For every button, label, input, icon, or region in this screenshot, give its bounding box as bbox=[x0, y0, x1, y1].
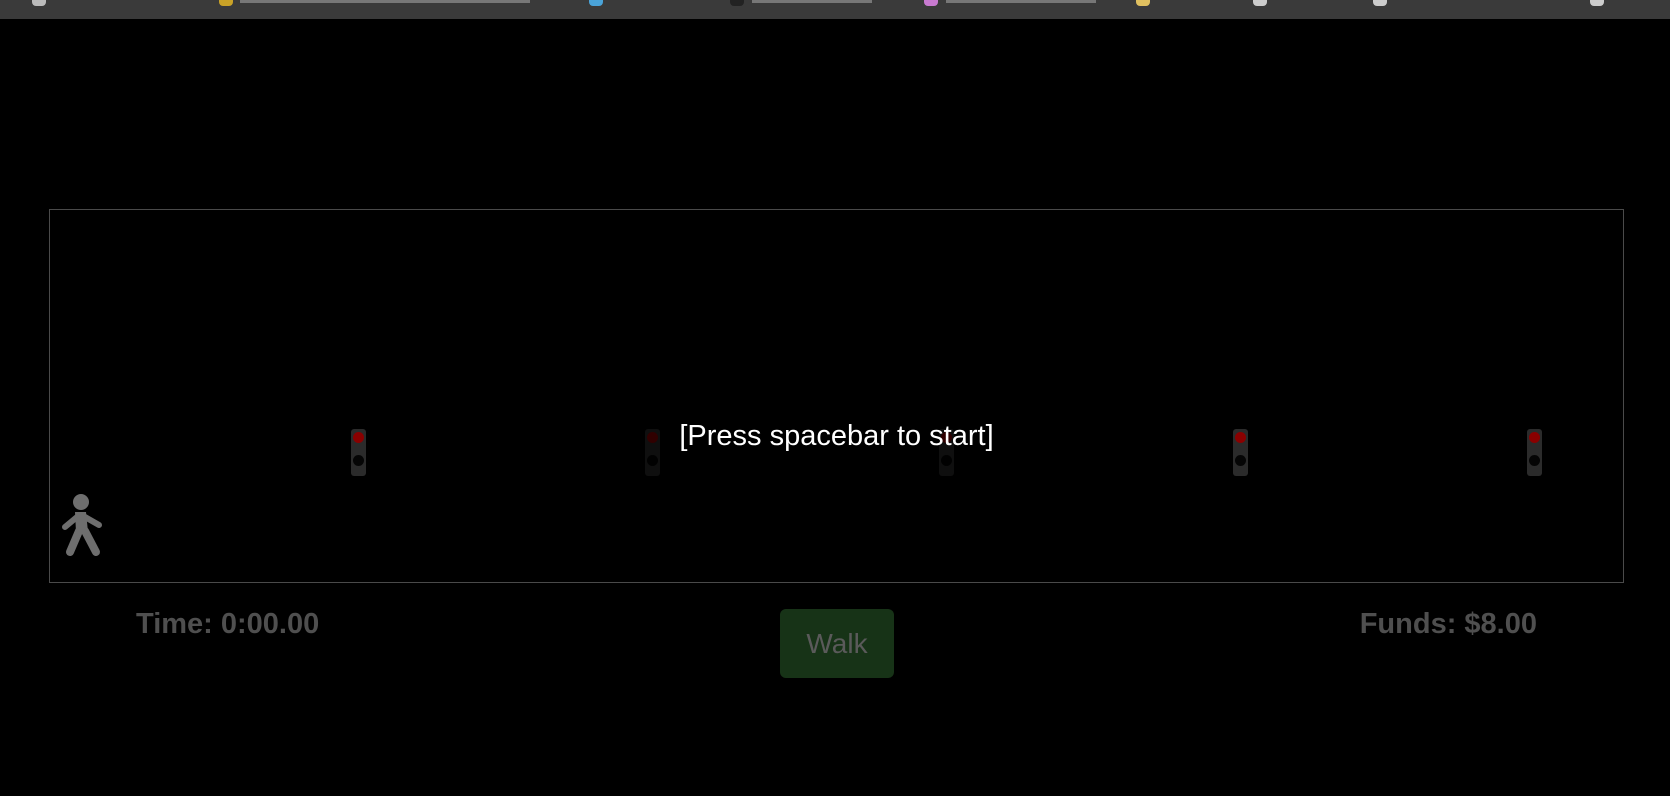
walk-button[interactable]: Walk bbox=[780, 609, 894, 678]
green-signal-icon bbox=[647, 455, 658, 466]
time-display: Time: 0:00.00 bbox=[136, 608, 320, 640]
bookmark-label-strip bbox=[946, 0, 1096, 3]
green-signal-icon bbox=[353, 455, 364, 466]
bookmark-icon[interactable] bbox=[730, 0, 744, 6]
start-prompt: [Press spacebar to start] bbox=[679, 420, 994, 452]
green-signal-icon bbox=[941, 455, 952, 466]
bookmark-icon[interactable] bbox=[1136, 0, 1150, 6]
browser-bookmarks-bar bbox=[0, 0, 1670, 19]
green-signal-icon bbox=[1529, 455, 1540, 466]
bookmark-icon[interactable] bbox=[1590, 0, 1604, 6]
bookmark-icon[interactable] bbox=[219, 0, 233, 6]
game-canvas[interactable]: [Press spacebar to start] bbox=[49, 209, 1624, 583]
bookmark-label-strip bbox=[240, 0, 530, 3]
bookmark-icon[interactable] bbox=[924, 0, 938, 6]
green-signal-icon bbox=[1235, 455, 1246, 466]
bookmark-icon[interactable] bbox=[589, 0, 603, 6]
bookmark-label-strip bbox=[752, 0, 872, 3]
bookmark-icon[interactable] bbox=[1373, 0, 1387, 6]
funds-display: Funds: $8.00 bbox=[1359, 608, 1537, 640]
bookmark-icon[interactable] bbox=[32, 0, 46, 6]
pedestrian-icon bbox=[62, 494, 102, 556]
bookmark-icon[interactable] bbox=[1253, 0, 1267, 6]
